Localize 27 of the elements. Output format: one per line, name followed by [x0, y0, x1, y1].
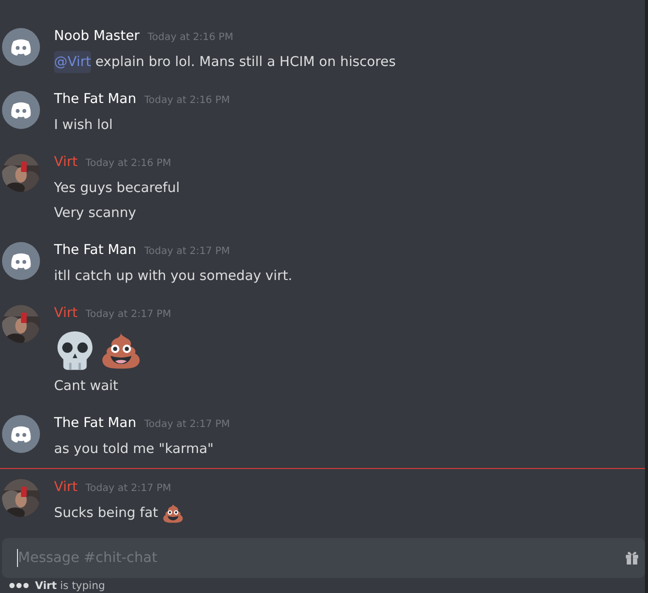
author-name[interactable]: Noob Master — [54, 28, 140, 44]
message-text: @Virt explain bro lol. Mans still a HCIM on hiscores — [54, 51, 396, 73]
message-text: Very scanny — [54, 204, 138, 223]
timestamp: Today at 2:17 PM — [86, 309, 172, 320]
avatar-icon[interactable] — [2, 28, 40, 66]
typing-indicator: Virt is typing — [35, 580, 106, 592]
message-text: Yes guys becareful — [54, 179, 180, 198]
author-name[interactable]: The Fat Man — [54, 415, 136, 431]
timestamp: Today at 2:16 PM — [86, 158, 172, 169]
author-name[interactable]: The Fat Man — [54, 242, 136, 258]
avatar-icon[interactable] — [2, 415, 40, 453]
message-text: Sucks being fat — [54, 502, 184, 524]
message-text: I wish lol — [54, 116, 114, 135]
timestamp: Today at 2:17 PM — [144, 246, 230, 257]
timestamp: Today at 2:16 PM — [148, 32, 234, 43]
avatar-icon[interactable] — [2, 91, 40, 129]
message-text: Cant wait — [54, 377, 120, 396]
poop-icon — [162, 502, 184, 524]
author-name[interactable]: The Fat Man — [54, 91, 136, 107]
timestamp: Today at 2:17 PM — [144, 419, 230, 430]
timestamp: Today at 2:16 PM — [144, 95, 230, 106]
timestamp: Today at 2:17 PM — [86, 483, 172, 494]
message-text: itll catch up with you someday virt. — [54, 267, 292, 286]
typing-dots-icon — [8, 582, 30, 589]
gift-icon[interactable] — [625, 549, 639, 566]
message-text: as you told me "karma" — [54, 440, 215, 459]
avatar-icon[interactable] — [2, 242, 40, 280]
